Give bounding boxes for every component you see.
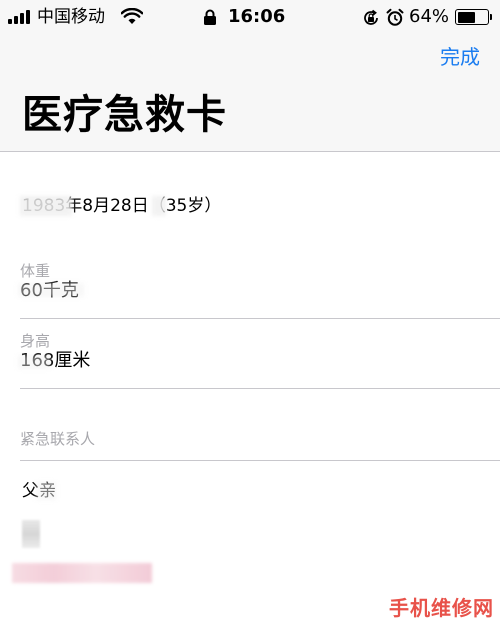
divider: [20, 318, 500, 319]
weight-label: 体重: [20, 262, 51, 280]
signal-icon: [8, 10, 30, 24]
battery-percent: 64%: [409, 6, 450, 27]
privacy-blur: [18, 283, 84, 297]
carrier-name: 中国移动: [37, 7, 105, 27]
divider: [20, 388, 500, 389]
height-field: 身高 168厘米: [20, 332, 500, 380]
lock-icon: [204, 9, 216, 25]
contact-phone-blurred[interactable]: [12, 563, 152, 583]
contact-relation-blurred: [22, 520, 40, 548]
emergency-contact-header: 紧急联系人: [20, 430, 500, 454]
watermark: 手机维修网: [389, 596, 494, 620]
clock-time: 16:06: [228, 6, 286, 27]
wifi-icon: [121, 8, 143, 24]
rotation-lock-icon: [364, 9, 378, 25]
privacy-blur: [20, 196, 72, 216]
nav-header: 完成 医疗急救卡: [0, 36, 500, 152]
battery-icon: [455, 9, 489, 25]
status-bar: 中国移动 16:06 64%: [0, 0, 500, 36]
battery-cap: [490, 14, 492, 20]
page-title: 医疗急救卡: [22, 92, 227, 138]
privacy-blur: [18, 355, 50, 369]
height-label: 身高: [20, 332, 51, 350]
alarm-icon: [386, 8, 404, 26]
medical-id-screen: 中国移动 16:06 64% 完成 医疗急救卡 1983年8月28日（35岁） …: [0, 0, 500, 622]
emergency-contact-label: 紧急联系人: [20, 430, 96, 448]
divider: [20, 460, 500, 461]
done-button[interactable]: 完成: [440, 44, 480, 70]
battery-fill: [457, 11, 476, 23]
privacy-blur: [152, 196, 166, 216]
privacy-blur: [36, 482, 56, 500]
weight-field: 体重 60千克: [20, 262, 500, 310]
